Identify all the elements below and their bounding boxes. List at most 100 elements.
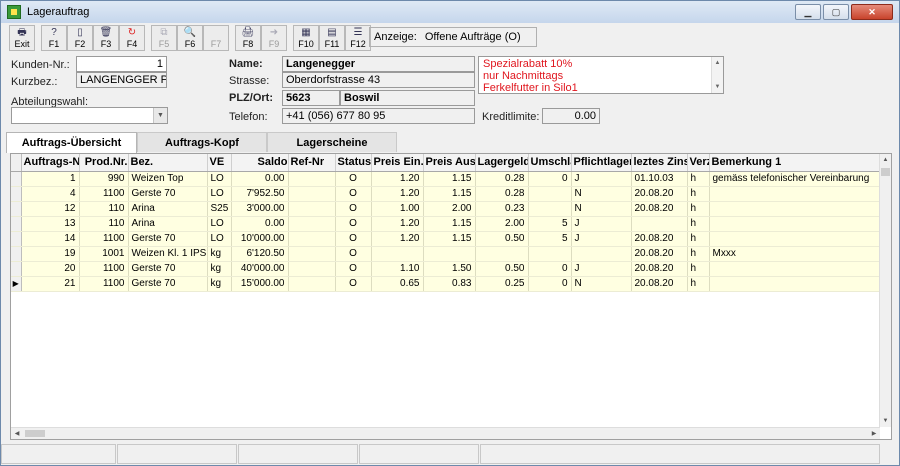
table-row[interactable] (11, 306, 880, 321)
empty-cell[interactable] (475, 306, 528, 321)
toolbar-button-f8[interactable]: 🖨 F8 (235, 25, 261, 51)
empty-cell[interactable] (21, 366, 79, 381)
column-header[interactable]: Lagergeld (475, 154, 529, 172)
tab-lagerscheine[interactable]: Lagerscheine (267, 132, 397, 152)
row-indicator[interactable] (11, 351, 21, 366)
toolbar-button-f2[interactable]: ▯ F2 (67, 25, 93, 51)
table-cell[interactable]: 20.08.20 (631, 276, 688, 292)
empty-cell[interactable] (128, 291, 207, 306)
table-cell[interactable]: LO (207, 216, 232, 232)
table-cell[interactable]: 1.15 (423, 216, 476, 232)
table-cell[interactable]: 0.50 (475, 231, 529, 247)
toolbar-button-f5[interactable]: ⧉ F5 (151, 25, 177, 51)
empty-cell[interactable] (528, 306, 571, 321)
row-indicator[interactable]: ▶ (11, 276, 22, 292)
empty-cell[interactable] (528, 336, 571, 351)
empty-cell[interactable] (631, 291, 687, 306)
row-indicator[interactable] (11, 366, 21, 381)
empty-cell[interactable] (371, 396, 423, 411)
table-row[interactable]: 12 110 Arina S25 3'000.00 O 1.00 2.00 0.23 N 20.08… (11, 201, 880, 217)
empty-cell[interactable] (288, 351, 335, 366)
table-cell[interactable]: 1.20 (371, 216, 424, 232)
table-cell[interactable] (709, 201, 880, 217)
table-cell[interactable] (288, 186, 336, 202)
empty-cell[interactable] (207, 366, 231, 381)
empty-cell[interactable] (631, 321, 687, 336)
table-cell[interactable]: 0.28 (475, 171, 529, 187)
table-cell[interactable]: 0.28 (475, 186, 529, 202)
empty-cell[interactable] (79, 336, 128, 351)
column-header[interactable]: Pflichtlager (571, 154, 632, 172)
table-cell[interactable]: 0.25 (475, 276, 529, 292)
empty-cell[interactable] (231, 396, 288, 411)
table-cell[interactable]: h (687, 216, 710, 232)
row-indicator[interactable] (11, 246, 22, 262)
empty-cell[interactable] (709, 396, 880, 411)
scroll-thumb[interactable] (25, 430, 45, 437)
row-indicator[interactable] (11, 396, 21, 411)
column-header[interactable]: Saldo (231, 154, 289, 172)
abteilung-combobox[interactable]: ▼ (11, 107, 168, 124)
scroll-up-icon[interactable]: ▲ (715, 57, 721, 69)
empty-cell[interactable] (528, 291, 571, 306)
empty-cell[interactable] (288, 366, 335, 381)
empty-cell[interactable] (528, 321, 571, 336)
column-header[interactable]: Status (335, 154, 372, 172)
empty-cell[interactable] (231, 291, 288, 306)
empty-cell[interactable] (423, 381, 475, 396)
empty-cell[interactable] (207, 336, 231, 351)
table-cell[interactable]: Arina (128, 201, 208, 217)
empty-cell[interactable] (79, 291, 128, 306)
empty-cell[interactable] (128, 351, 207, 366)
column-header[interactable]: Auftrags-Nr (21, 154, 80, 172)
toolbar-button-f4[interactable]: ↻ F4 (119, 25, 145, 51)
scroll-right-icon[interactable]: ▶ (868, 428, 880, 439)
table-cell[interactable]: 0.50 (475, 261, 529, 277)
empty-cell[interactable] (423, 366, 475, 381)
table-cell[interactable]: h (687, 261, 710, 277)
empty-cell[interactable] (79, 351, 128, 366)
empty-cell[interactable] (528, 366, 571, 381)
table-cell[interactable]: 21 (21, 276, 80, 292)
row-indicator[interactable] (11, 201, 22, 217)
notes-box[interactable]: Spezialrabatt 10% nur Nachmittags Ferkel… (478, 56, 724, 94)
table-cell[interactable]: 20 (21, 261, 80, 277)
row-indicator[interactable] (11, 381, 21, 396)
table-cell[interactable]: 15'000.00 (231, 276, 289, 292)
empty-cell[interactable] (335, 396, 371, 411)
table-cell[interactable]: 1.00 (371, 201, 424, 217)
table-cell[interactable]: Weizen Kl. 1 IPS (128, 246, 208, 262)
table-cell[interactable]: LO (207, 231, 232, 247)
column-header[interactable]: Bemerkung 1 (709, 154, 880, 172)
empty-cell[interactable] (423, 306, 475, 321)
table-cell[interactable]: O (335, 201, 372, 217)
empty-cell[interactable] (21, 381, 79, 396)
column-header[interactable]: VE (207, 154, 232, 172)
table-cell[interactable]: 20.08.20 (631, 246, 688, 262)
table-cell[interactable] (288, 231, 336, 247)
toolbar-button-f6[interactable]: 🔍 F6 (177, 25, 203, 51)
table-cell[interactable]: h (687, 201, 710, 217)
empty-cell[interactable] (335, 306, 371, 321)
empty-cell[interactable] (288, 336, 335, 351)
table-row[interactable] (11, 396, 880, 411)
tab-auftrags-kopf[interactable]: Auftrags-Kopf (137, 132, 267, 152)
table-row[interactable]: 20 1100 Gerste 70 kg 40'000.00 O 1.10 1.50 0.50 0… (11, 261, 880, 277)
empty-cell[interactable] (207, 396, 231, 411)
empty-cell[interactable] (571, 351, 631, 366)
empty-cell[interactable] (423, 396, 475, 411)
table-cell[interactable]: 0.83 (423, 276, 476, 292)
table-cell[interactable]: 1.50 (423, 261, 476, 277)
empty-cell[interactable] (21, 321, 79, 336)
empty-cell[interactable] (79, 396, 128, 411)
empty-cell[interactable] (207, 381, 231, 396)
table-cell[interactable]: O (335, 216, 372, 232)
empty-cell[interactable] (128, 381, 207, 396)
empty-cell[interactable] (21, 291, 79, 306)
table-cell[interactable]: 0.65 (371, 276, 424, 292)
title-bar[interactable]: Lagerauftrag ▁ ▢ ✕ (1, 1, 899, 23)
table-cell[interactable]: 1.20 (371, 231, 424, 247)
table-cell[interactable]: J (571, 171, 632, 187)
table-row[interactable]: ▶ 21 1100 Gerste 70 kg 15'000.00 O 0.65 0.83 0.25… (11, 276, 880, 292)
table-cell[interactable] (709, 186, 880, 202)
